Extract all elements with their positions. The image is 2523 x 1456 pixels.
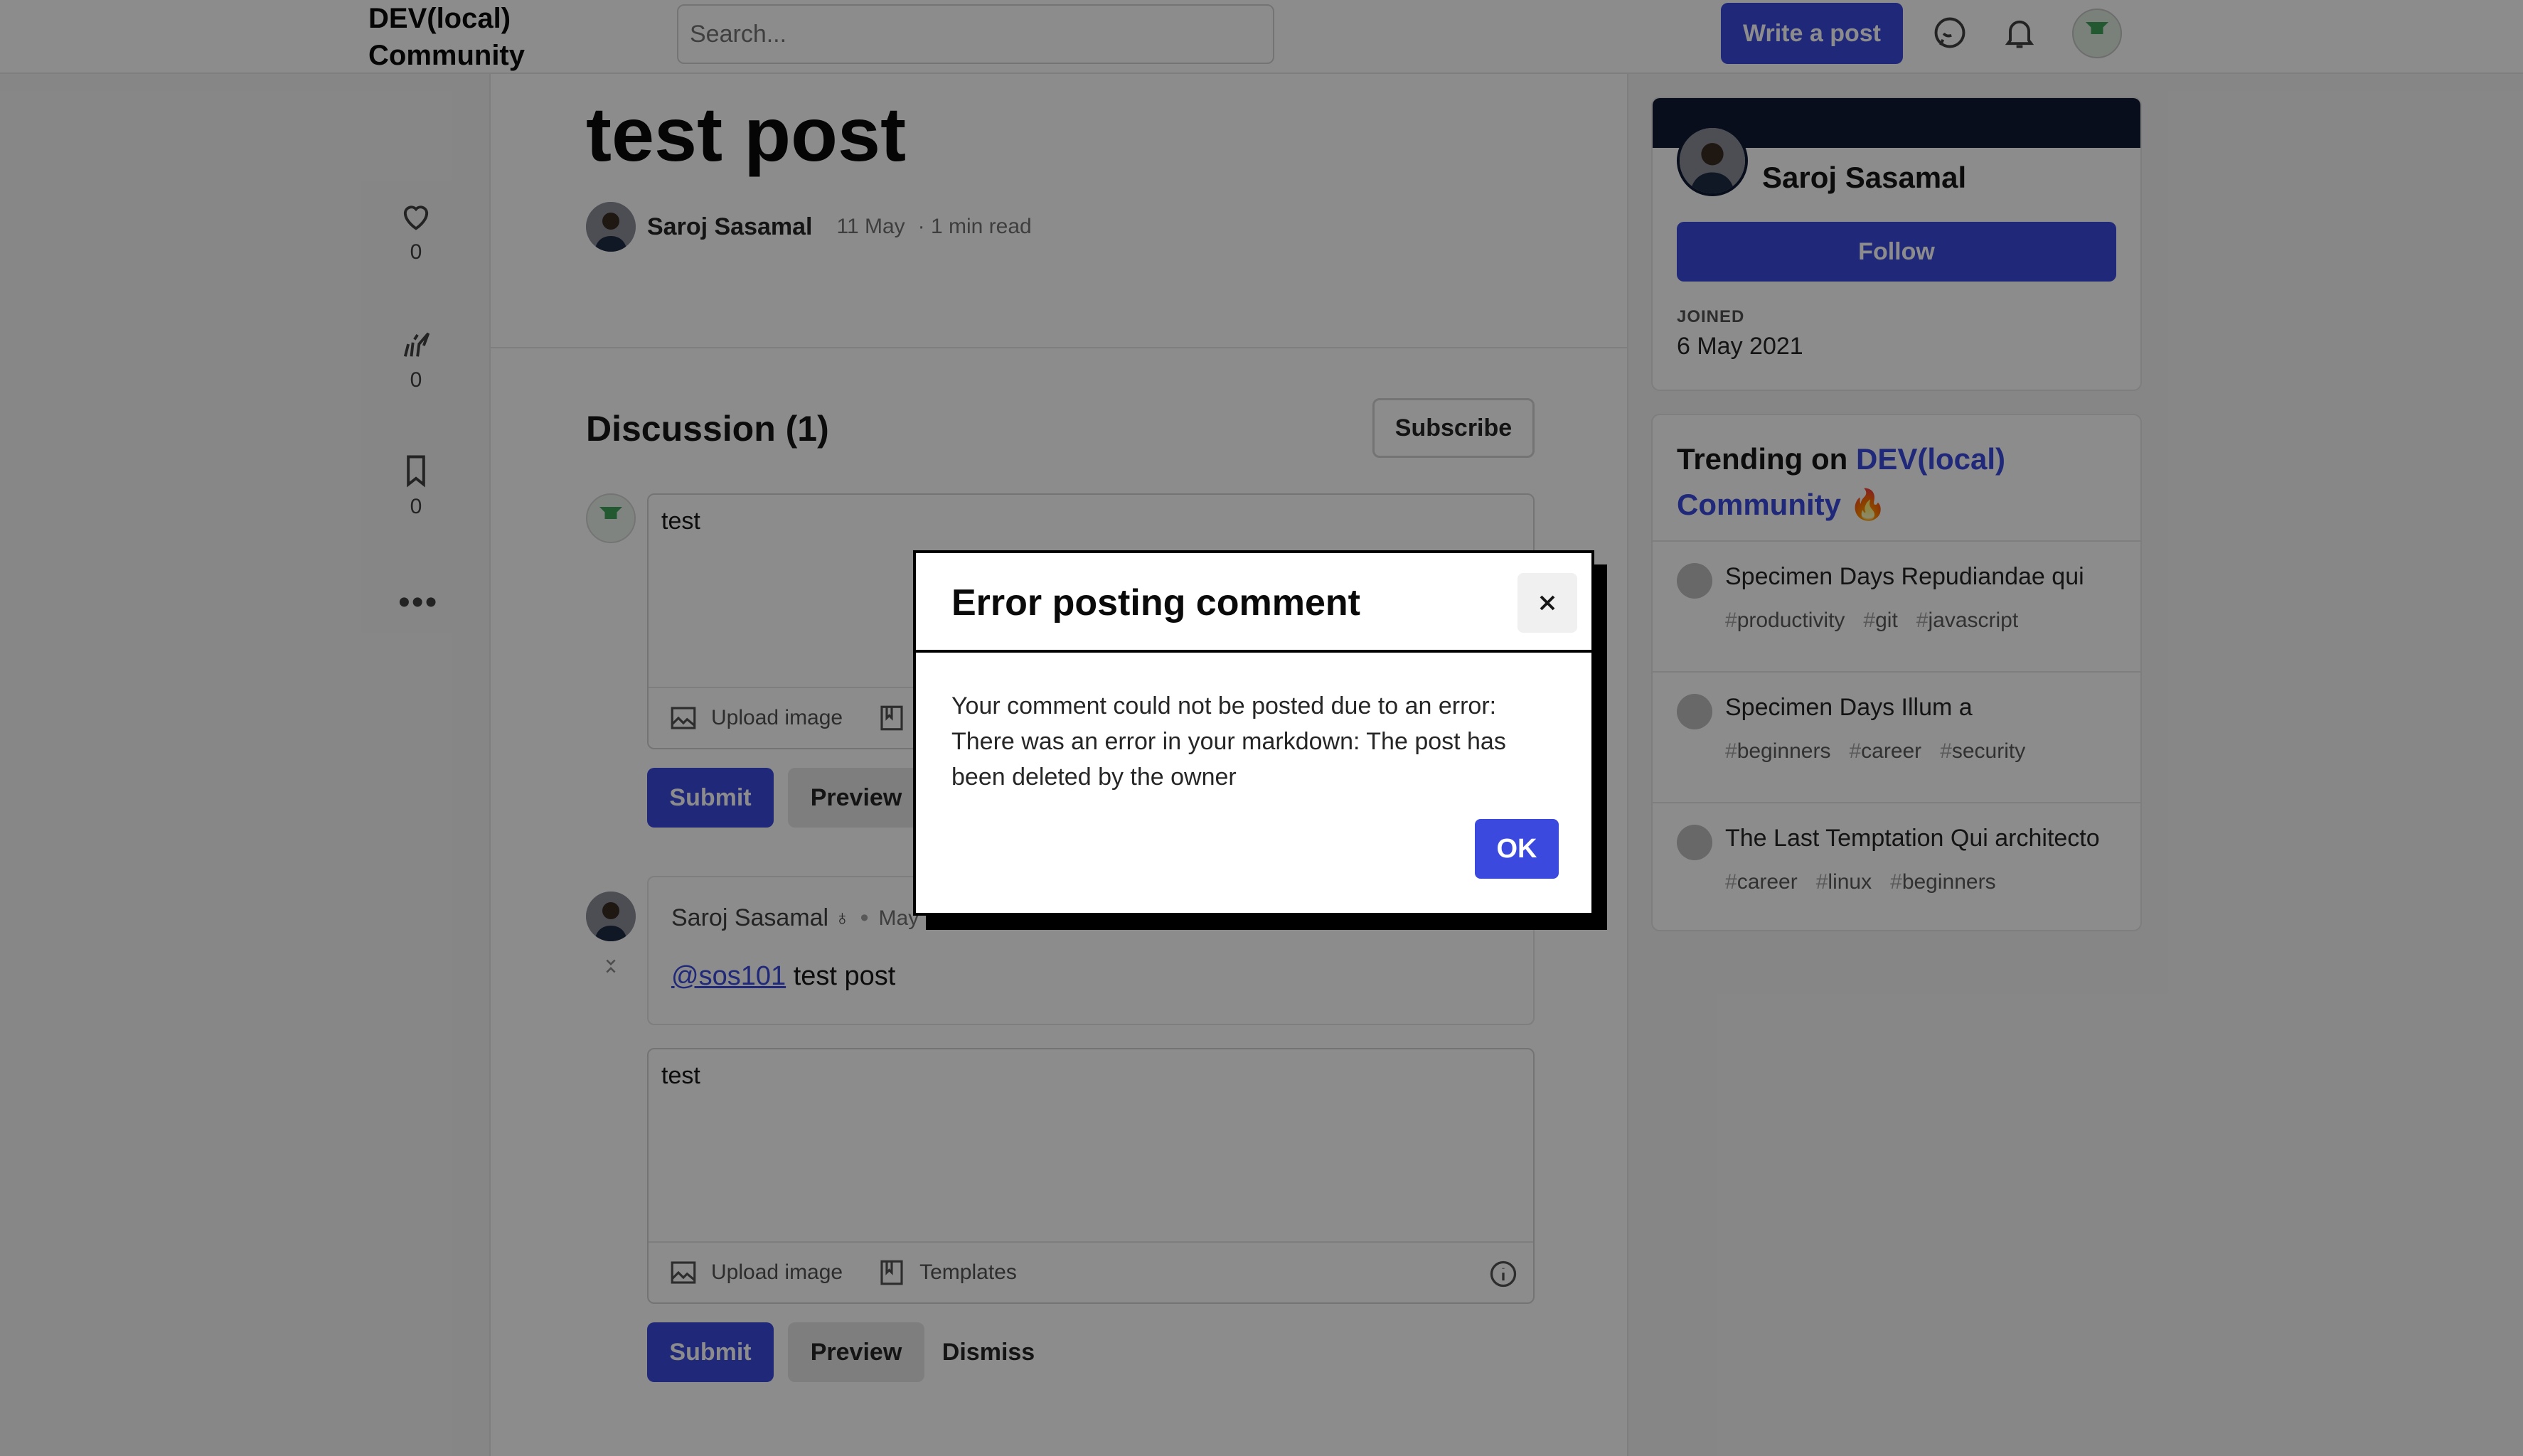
close-icon bbox=[1540, 595, 1555, 611]
modal-header: Error posting comment bbox=[916, 553, 1591, 653]
ok-button[interactable]: OK bbox=[1475, 819, 1559, 879]
modal-close-button[interactable] bbox=[1517, 573, 1577, 633]
modal-message: Your comment could not be posted due to … bbox=[951, 692, 1506, 791]
error-modal: Error posting comment Your comment could… bbox=[913, 550, 1594, 916]
modal-title: Error posting comment bbox=[951, 582, 1360, 623]
